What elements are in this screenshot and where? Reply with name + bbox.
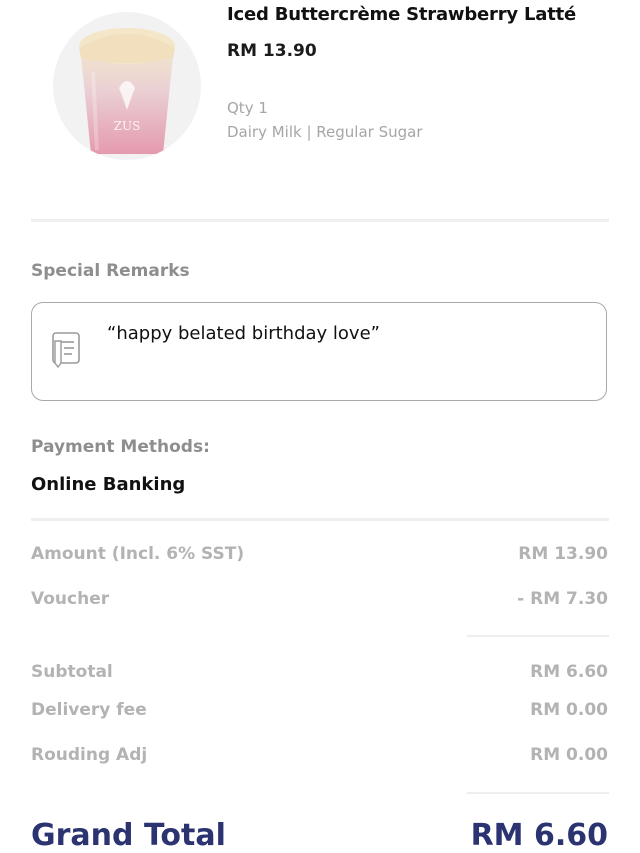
grand-total-label: Grand Total <box>31 818 226 853</box>
product-name: Iced Buttercrème Strawberry Latté <box>227 4 577 25</box>
product-qty: Qty 1 <box>227 99 268 117</box>
amount-label: Amount (Incl. 6% SST) <box>31 544 245 564</box>
product-price: RM 13.90 <box>227 41 317 61</box>
special-remarks-label: Special Remarks <box>31 261 190 281</box>
payment-method-value: Online Banking <box>31 474 186 495</box>
section-divider <box>31 518 609 521</box>
summary-divider <box>467 792 609 794</box>
section-divider <box>31 219 609 222</box>
notepad-pencil-icon <box>52 332 80 369</box>
special-remarks-text: “happy belated birthday love” <box>107 323 380 344</box>
special-remarks-field[interactable]: “happy belated birthday love” <box>31 302 607 401</box>
payment-methods-label: Payment Methods: <box>31 437 210 457</box>
product-options: Dairy Milk | Regular Sugar <box>227 123 423 141</box>
delivery-fee-label: Delivery fee <box>31 700 147 720</box>
svg-text:ZUS: ZUS <box>114 119 141 133</box>
order-item: ZUS Iced Buttercrème Strawberry Latté RM… <box>0 0 640 200</box>
iced-latte-cup-image: ZUS <box>79 28 175 154</box>
delivery-fee-value: RM 0.00 <box>530 700 608 720</box>
subtotal-label: Subtotal <box>31 662 113 682</box>
rounding-adj-label: Rouding Adj <box>31 745 148 765</box>
rounding-adj-value: RM 0.00 <box>530 745 608 765</box>
subtotal-value: RM 6.60 <box>530 662 608 682</box>
amount-value: RM 13.90 <box>518 544 608 564</box>
product-image: ZUS <box>53 12 201 160</box>
voucher-label: Voucher <box>31 589 110 609</box>
voucher-value: - RM 7.30 <box>517 589 608 609</box>
grand-total-value: RM 6.60 <box>470 818 608 853</box>
summary-divider <box>467 635 609 637</box>
